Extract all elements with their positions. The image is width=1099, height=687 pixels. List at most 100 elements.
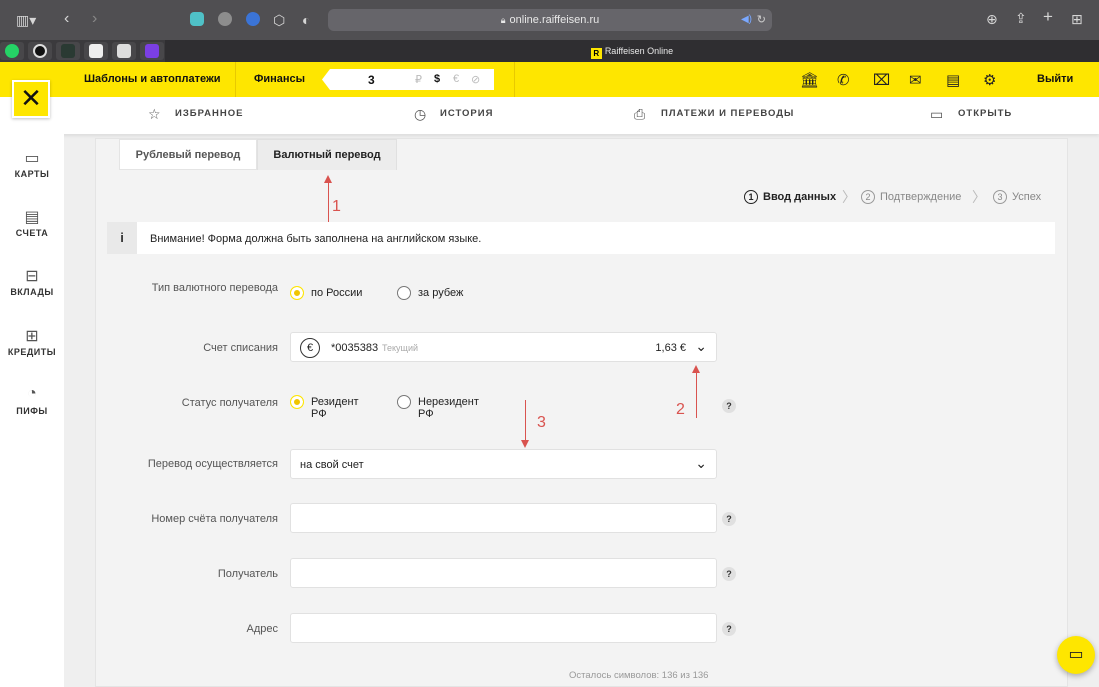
phone-icon[interactable]: ✆ [837,71,850,89]
bank-icon[interactable]: 🏛︎ [800,71,819,89]
help-icon[interactable]: ? [722,622,736,636]
euro-toggle[interactable]: € [453,73,459,85]
help-icon[interactable]: ? [722,567,736,581]
info-text: Внимание! Форма должна быть заполнена на… [150,233,482,245]
finance-link[interactable]: Финансы [254,62,305,97]
active-tab-title: Raiffeisen Online [604,46,674,56]
finance-summary[interactable] [322,69,494,90]
pinned-tab[interactable] [28,42,52,60]
extension-icon[interactable] [190,12,204,26]
address-input[interactable] [290,613,717,643]
sidebar-item-accounts[interactable]: ▤ СЧЕТА [0,207,64,238]
account-select[interactable]: € *0035383 Текущий 1,63 € ⌄ [290,332,717,362]
nav-open[interactable]: ОТКРЫТЬ [958,108,1012,119]
recipient-input[interactable] [290,558,717,588]
forward-icon[interactable]: › [92,11,97,27]
chars-left: Осталось символов: 136 из 136 [569,670,709,681]
download-icon[interactable]: ⊕ [986,12,998,26]
step-label: Успех [1012,191,1042,203]
nav-payments[interactable]: ПЛАТЕЖИ И ПЕРЕВОДЫ [661,108,794,119]
nav-history[interactable]: ИСТОРИЯ [440,108,493,119]
back-icon[interactable]: ‹ [64,11,69,27]
sidebar-toggle-icon[interactable]: ▥▾ [16,13,36,27]
address-bar[interactable]: 🔒︎ online.raiffeisen.ru ◀︎) ↻ [328,9,772,31]
step-number: 1 [744,190,758,204]
transfer-mode-select[interactable]: на свой счет ⌄ [290,449,717,479]
gift-icon[interactable]: ⌧ [873,71,890,89]
step-3: 3 Успех [993,190,1041,204]
transfer-mode-label: Перевод осуществляется [147,458,278,470]
transfer-mode-value: на свой счет [300,459,364,471]
raiffeisen-logo-icon[interactable]: ✕ [12,80,50,118]
sidebar-item-label: КАРТЫ [14,169,50,179]
chevron-down-icon: ⌄ [695,455,707,471]
help-icon[interactable]: ? [722,399,736,413]
extension-icon[interactable] [218,12,232,26]
radio-russia-label[interactable]: по России [311,287,362,299]
pinned-tab[interactable] [112,42,136,60]
clock-icon: ◷ [414,106,427,122]
annotation-arrow-2 [696,370,697,418]
radio-resident[interactable] [290,395,304,409]
extension-icon[interactable]: ⬡ [273,13,285,27]
radio-nonresident-label[interactable]: Нерезидент РФ [418,396,479,420]
gear-icon[interactable]: ⚙ [983,71,996,89]
finance-value: 3 [368,73,375,87]
annotation-label-2: 2 [676,401,685,418]
step-number: 3 [993,190,1007,204]
dollar-toggle[interactable]: $ [434,73,440,85]
annotation-arrow-1 [328,180,329,222]
radio-resident-label[interactable]: Резидент РФ [311,396,359,420]
account-label: Счет списания [203,342,278,354]
reload-icon[interactable]: ↻ [757,9,766,31]
chat-button[interactable]: ▭ [1057,636,1095,674]
tab-overview-icon[interactable]: ⊞ [1071,12,1083,26]
annotation-arrowhead-3 [521,440,529,448]
step-2: 2 Подтверждение [861,190,961,204]
shield-icon[interactable]: ◐ [302,13,310,27]
hide-balance-icon[interactable]: ⊘ [471,73,480,86]
help-icon[interactable]: ? [722,512,736,526]
radio-abroad[interactable] [397,286,411,300]
pinned-tab[interactable] [140,42,164,60]
step-1: 1 Ввод данных [744,190,836,204]
chevron-right-icon: 〉 [842,189,856,205]
recipient-account-input[interactable] [290,503,717,533]
speaker-icon[interactable]: ◀︎) [741,9,752,31]
radio-russia[interactable] [290,286,304,300]
annotation-label-3: 3 [537,414,546,431]
header-divider [514,62,515,97]
raiffeisen-favicon-icon: R [590,48,602,59]
new-tab-icon[interactable]: + [1043,8,1053,25]
star-icon: ☆ [148,106,161,122]
share-icon[interactable]: ⇪ [1015,11,1027,25]
documents-icon[interactable]: ▤ [946,71,960,89]
radio-abroad-label[interactable]: за рубеж [418,287,463,299]
pinned-tab[interactable] [0,42,24,60]
step-label: Ввод данных [763,191,837,203]
pinned-tab[interactable] [84,42,108,60]
ruble-toggle[interactable]: ₽ [415,73,422,86]
mail-icon[interactable]: ✉ [909,71,922,89]
step-number: 2 [861,190,875,204]
chevron-down-icon: ⌄ [695,338,707,354]
step-label: Подтверждение [880,191,962,203]
address-label: Адрес [246,623,279,635]
radio-nonresident[interactable] [397,395,411,409]
nav-favorites[interactable]: ИЗБРАННОЕ [175,108,243,119]
annotation-arrowhead-1 [324,175,332,183]
annotation-arrow-3 [525,400,526,440]
left-sidebar: ▭ КАРТЫ ▤ СЧЕТА ⊟ ВКЛАДЫ ⊞ КРЕДИТЫ ◔ ПИФ… [0,134,64,687]
pinned-tab[interactable] [56,42,80,60]
header-divider [235,62,236,97]
extension-icon[interactable] [246,12,260,26]
tab-currency-transfer[interactable]: Валютный перевод [257,139,397,170]
tab-ruble-transfer[interactable]: Рублевый перевод [119,139,257,170]
url-text: online.raiffeisen.ru [509,14,600,26]
templates-link[interactable]: Шаблоны и автоплатежи [84,62,221,97]
lock-icon: 🔒︎ [500,15,506,25]
active-tab[interactable]: R Raiffeisen Online [165,40,1099,62]
logout-link[interactable]: Выйти [1037,62,1073,97]
sidebar-item-cards[interactable]: ▭ КАРТЫ [0,148,64,179]
info-icon: i [107,222,137,254]
